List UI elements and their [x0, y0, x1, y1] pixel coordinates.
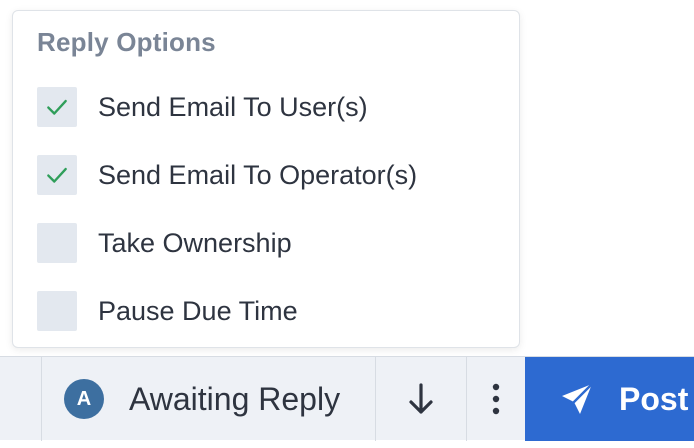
reply-composer: Reply Options Send Email To User(s) Send… [0, 0, 694, 448]
status-selector[interactable]: A Awaiting Reply [42, 357, 374, 441]
option-label: Send Email To User(s) [98, 91, 368, 122]
checkbox-send-email-operators[interactable] [37, 155, 77, 195]
status-label: Awaiting Reply [129, 380, 341, 417]
arrow-down-icon [409, 383, 433, 414]
option-send-email-operators[interactable]: Send Email To Operator(s) [37, 155, 507, 195]
option-label: Send Email To Operator(s) [98, 159, 418, 190]
option-pause-due-time[interactable]: Pause Due Time [37, 291, 507, 331]
sort-order-button[interactable] [376, 357, 466, 441]
checkbox-send-email-users[interactable] [37, 87, 77, 127]
option-take-ownership[interactable]: Take Ownership [37, 223, 507, 263]
reply-toolbar: A Awaiting Reply Post [0, 356, 694, 441]
reply-options-menu: Reply Options Send Email To User(s) Send… [12, 10, 520, 348]
check-icon [47, 99, 67, 115]
post-button-label: Post [619, 380, 689, 417]
option-label: Take Ownership [98, 227, 292, 258]
option-send-email-users[interactable]: Send Email To User(s) [37, 87, 507, 127]
status-avatar: A [64, 379, 104, 419]
more-options-button[interactable] [467, 357, 524, 441]
checkbox-pause-due-time[interactable] [37, 291, 77, 331]
post-button[interactable]: Post [525, 357, 694, 441]
send-icon [559, 381, 595, 417]
option-label: Pause Due Time [98, 295, 298, 326]
check-icon [47, 167, 67, 183]
checkbox-take-ownership[interactable] [37, 223, 77, 263]
more-vertical-icon [492, 383, 499, 415]
reply-options-title: Reply Options [37, 27, 216, 57]
